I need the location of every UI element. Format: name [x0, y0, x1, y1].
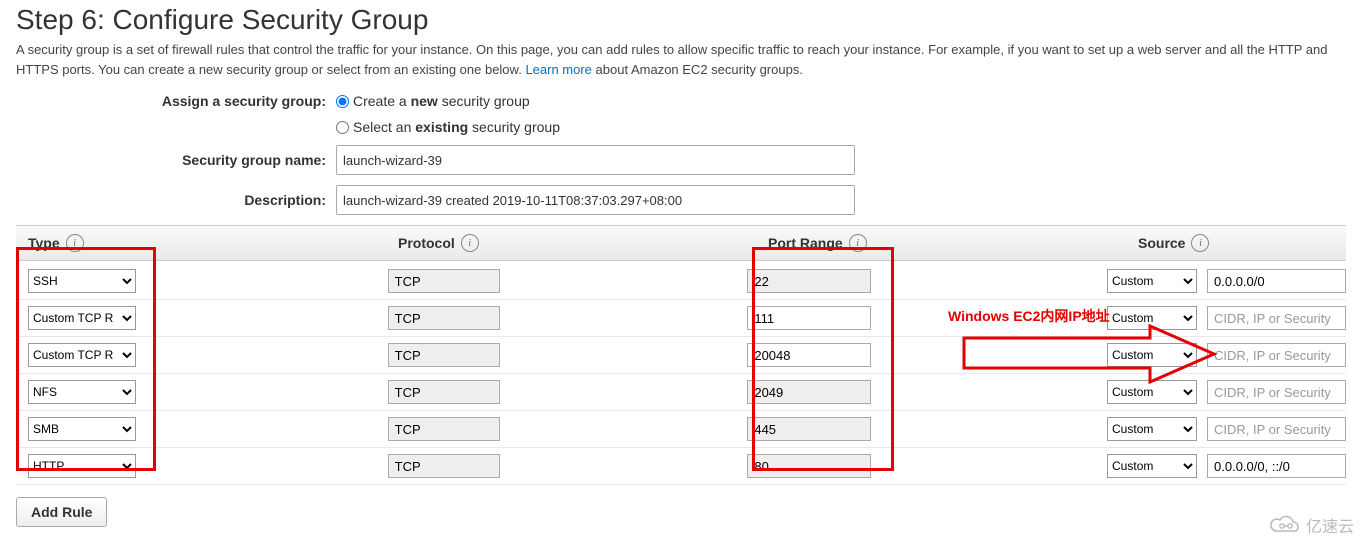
watermark: 亿速云: [1268, 513, 1354, 537]
source-type-select[interactable]: Custom: [1107, 269, 1197, 293]
create-new-radio-label: Create a new security group: [353, 93, 530, 109]
source-cidr-input[interactable]: [1207, 380, 1346, 404]
source-cidr-input[interactable]: [1207, 306, 1346, 330]
header-port-range: Port Range: [768, 235, 843, 251]
source-cidr-input[interactable]: [1207, 417, 1346, 441]
info-icon[interactable]: i: [849, 234, 867, 252]
type-select[interactable]: SSH: [28, 269, 136, 293]
protocol-input: [388, 417, 500, 441]
security-group-description-input[interactable]: [336, 185, 855, 215]
port-range-input[interactable]: [747, 343, 871, 367]
type-select[interactable]: Custom TCP R: [28, 306, 136, 330]
protocol-input: [388, 343, 500, 367]
watermark-text: 亿速云: [1306, 513, 1354, 537]
source-cidr-input[interactable]: [1207, 269, 1346, 293]
port-range-input: [747, 269, 871, 293]
page-title: Step 6: Configure Security Group: [16, 4, 1346, 36]
source-cidr-input[interactable]: [1207, 454, 1346, 478]
table-row: Custom TCP R Custom: [16, 337, 1346, 374]
protocol-input: [388, 454, 500, 478]
port-range-input: [747, 454, 871, 478]
table-row: SMB Custom: [16, 411, 1346, 448]
source-type-select[interactable]: Custom: [1107, 343, 1197, 367]
table-row: HTTP Custom: [16, 448, 1346, 485]
port-range-input: [747, 417, 871, 441]
info-icon[interactable]: i: [1191, 234, 1209, 252]
protocol-input: [388, 306, 500, 330]
cloud-icon: [1268, 515, 1302, 535]
type-select[interactable]: NFS: [28, 380, 136, 404]
header-source: Source: [1138, 235, 1185, 251]
page-description: A security group is a set of firewall ru…: [16, 40, 1346, 79]
add-rule-button[interactable]: Add Rule: [16, 497, 107, 527]
security-group-name-label: Security group name:: [16, 152, 336, 168]
rules-table: Type i Protocol i Port Range i Source i …: [16, 225, 1346, 485]
desc-text-after: about Amazon EC2 security groups.: [592, 62, 803, 77]
table-row: SSH Custom: [16, 261, 1346, 300]
table-row: Custom TCP R Custom: [16, 300, 1346, 337]
create-new-radio[interactable]: [336, 95, 349, 108]
protocol-input: [388, 269, 500, 293]
table-row: NFS Custom: [16, 374, 1346, 411]
source-cidr-input[interactable]: [1207, 343, 1346, 367]
type-select[interactable]: HTTP: [28, 454, 136, 478]
select-existing-radio[interactable]: [336, 121, 349, 134]
security-group-description-label: Description:: [16, 192, 336, 208]
source-type-select[interactable]: Custom: [1107, 306, 1197, 330]
source-type-select[interactable]: Custom: [1107, 380, 1197, 404]
source-type-select[interactable]: Custom: [1107, 454, 1197, 478]
table-header-row: Type i Protocol i Port Range i Source i: [16, 225, 1346, 261]
select-existing-radio-label: Select an existing security group: [353, 119, 560, 135]
header-type: Type: [28, 235, 60, 251]
security-group-name-input[interactable]: [336, 145, 855, 175]
port-range-input[interactable]: [747, 306, 871, 330]
header-protocol: Protocol: [398, 235, 455, 251]
source-type-select[interactable]: Custom: [1107, 417, 1197, 441]
protocol-input: [388, 380, 500, 404]
info-icon[interactable]: i: [461, 234, 479, 252]
type-select[interactable]: SMB: [28, 417, 136, 441]
type-select[interactable]: Custom TCP R: [28, 343, 136, 367]
port-range-input: [747, 380, 871, 404]
info-icon[interactable]: i: [66, 234, 84, 252]
learn-more-link[interactable]: Learn more: [525, 62, 591, 77]
assign-security-group-label: Assign a security group:: [16, 93, 336, 109]
